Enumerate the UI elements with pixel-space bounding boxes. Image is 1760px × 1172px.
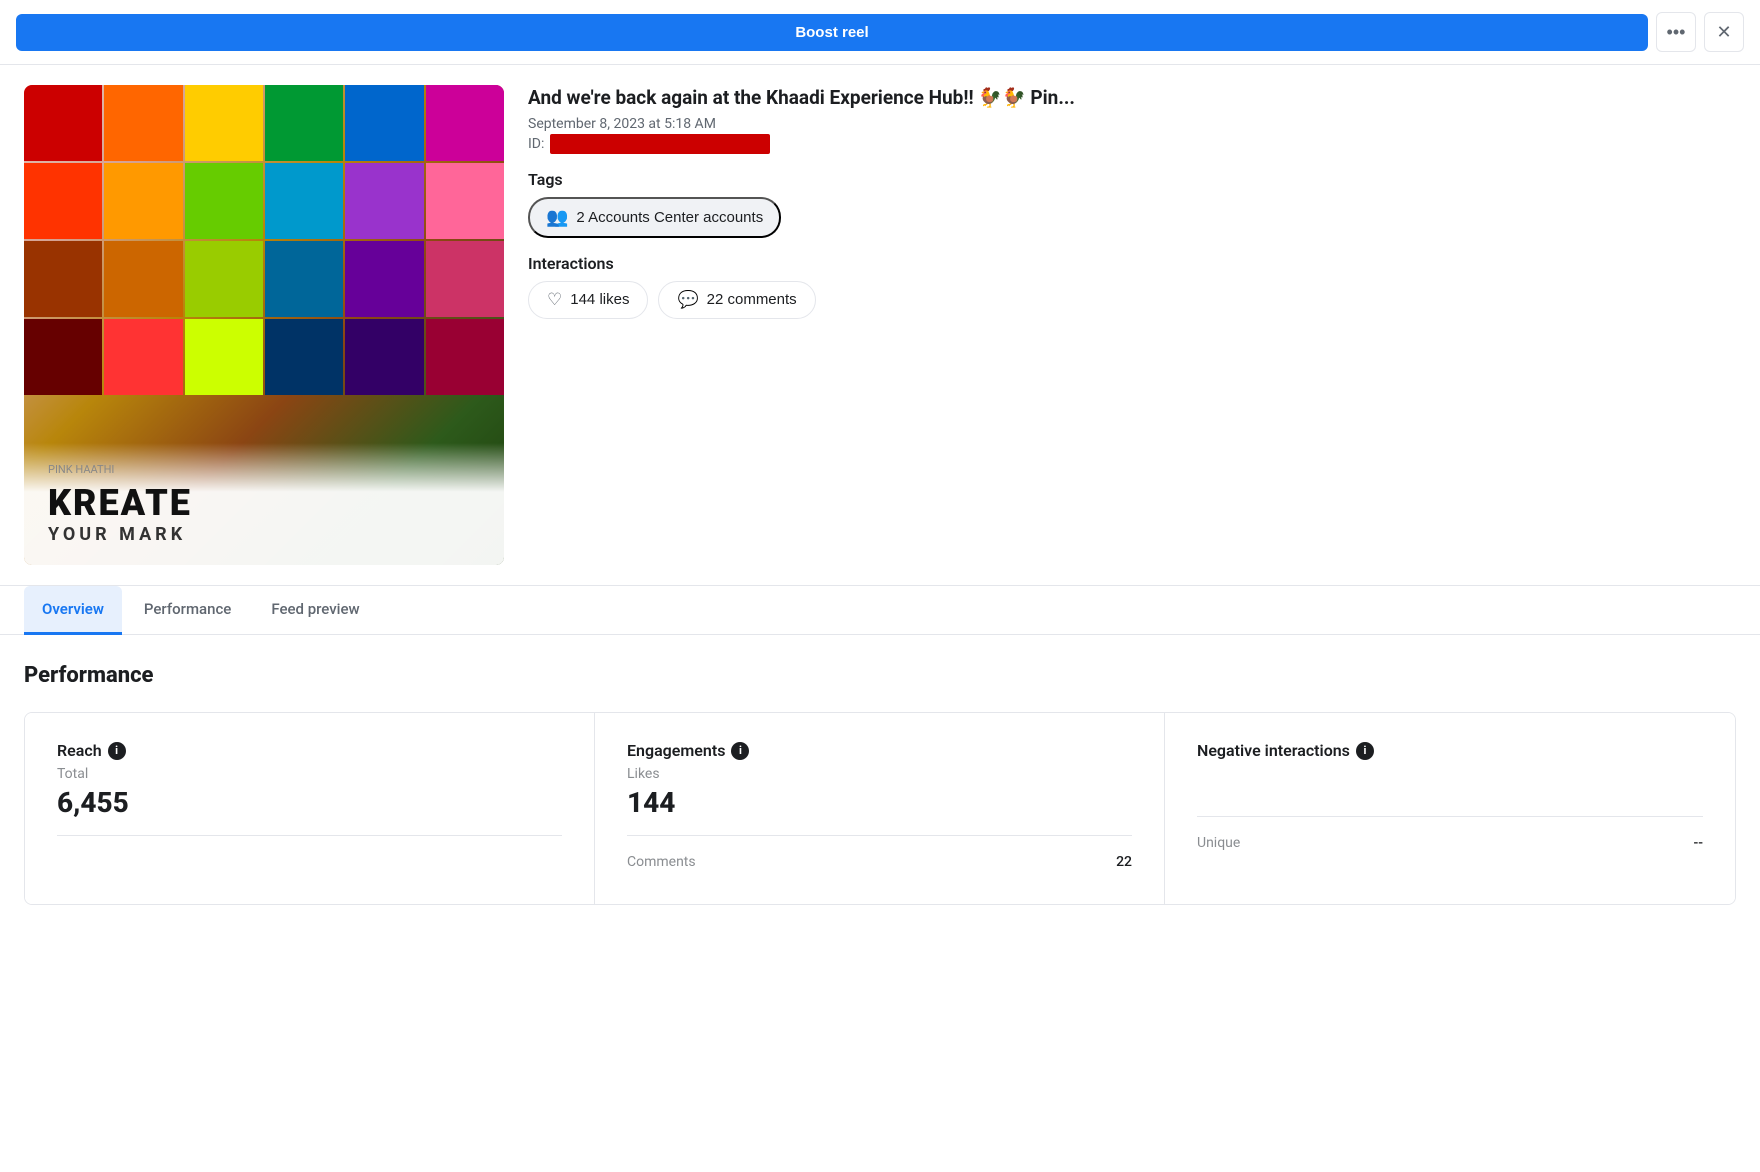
negative-divider bbox=[1197, 816, 1703, 817]
more-options-button[interactable]: ••• bbox=[1656, 12, 1696, 52]
fabric-block bbox=[426, 319, 504, 395]
negative-header: Negative interactions i bbox=[1197, 741, 1703, 760]
negative-interactions-card: Negative interactions i Unique -- bbox=[1165, 713, 1735, 904]
fabric-block bbox=[185, 85, 263, 161]
negative-info-icon[interactable]: i bbox=[1356, 742, 1374, 760]
comments-count: 22 comments bbox=[707, 291, 797, 308]
heart-icon: ♡ bbox=[547, 290, 562, 310]
tags-section: Tags 👥 2 Accounts Center accounts bbox=[528, 170, 1736, 238]
unique-metric-row: Unique -- bbox=[1197, 829, 1703, 857]
fabric-block bbox=[185, 319, 263, 395]
fabric-block bbox=[265, 163, 343, 239]
engagements-value: 144 bbox=[627, 786, 1132, 819]
reach-label: Reach bbox=[57, 741, 102, 760]
fabric-block bbox=[24, 319, 102, 395]
reach-card: Reach i Total 6,455 bbox=[25, 713, 595, 904]
comment-icon: 💬 bbox=[677, 290, 698, 310]
fabric-block bbox=[185, 163, 263, 239]
reach-value: 6,455 bbox=[57, 786, 562, 819]
fabric-block bbox=[426, 163, 504, 239]
tab-performance[interactable]: Performance bbox=[126, 586, 249, 635]
reach-header: Reach i bbox=[57, 741, 562, 760]
engagements-label: Engagements bbox=[627, 741, 725, 760]
post-title: And we're back again at the Khaadi Exper… bbox=[528, 85, 1736, 112]
kreate-sub-text: YOUR MARK bbox=[48, 524, 480, 545]
negative-label: Negative interactions bbox=[1197, 741, 1350, 760]
engagements-sub-label: Likes bbox=[627, 766, 1132, 782]
accounts-icon: 👥 bbox=[546, 207, 568, 228]
engagements-divider bbox=[627, 835, 1132, 836]
fabric-art bbox=[24, 85, 504, 397]
fabric-block bbox=[104, 241, 182, 317]
close-icon: ✕ bbox=[1716, 22, 1731, 43]
fabric-block bbox=[426, 85, 504, 161]
close-button[interactable]: ✕ bbox=[1704, 12, 1744, 52]
fabric-block bbox=[185, 241, 263, 317]
fabric-block bbox=[265, 319, 343, 395]
kreate-logo-text: KREATE bbox=[48, 484, 480, 524]
fabric-block bbox=[24, 241, 102, 317]
comments-metric-row: Comments 22 bbox=[627, 848, 1132, 876]
post-id-redacted bbox=[550, 134, 770, 154]
fabric-block bbox=[345, 163, 423, 239]
post-info: And we're back again at the Khaadi Exper… bbox=[528, 85, 1736, 565]
more-icon: ••• bbox=[1667, 22, 1686, 43]
modal-container: Boost reel ••• ✕ PINK HAATHI KREATE YOUR… bbox=[0, 0, 1760, 1172]
post-header: And we're back again at the Khaadi Exper… bbox=[528, 85, 1736, 154]
reach-sub-label: Total bbox=[57, 766, 562, 782]
fabric-block bbox=[345, 85, 423, 161]
tab-overview[interactable]: Overview bbox=[24, 586, 122, 635]
unique-row-label: Unique bbox=[1197, 835, 1240, 851]
fabric-block bbox=[24, 163, 102, 239]
tab-feed-preview[interactable]: Feed preview bbox=[253, 586, 377, 635]
fabric-block bbox=[265, 241, 343, 317]
post-date: September 8, 2023 at 5:18 AM bbox=[528, 116, 1736, 132]
post-thumbnail: PINK HAATHI KREATE YOUR MARK bbox=[24, 85, 504, 565]
likes-count: 144 likes bbox=[570, 291, 629, 308]
interactions-section: Interactions ♡ 144 likes 💬 22 comments bbox=[528, 254, 1736, 319]
reach-info-icon[interactable]: i bbox=[108, 742, 126, 760]
post-id-label: ID: bbox=[528, 136, 544, 152]
reach-divider bbox=[57, 835, 562, 836]
fabric-block bbox=[345, 241, 423, 317]
fabric-block bbox=[104, 85, 182, 161]
comments-row-value: 22 bbox=[1116, 854, 1132, 870]
fabric-block bbox=[104, 319, 182, 395]
content-area: PINK HAATHI KREATE YOUR MARK And we're b… bbox=[0, 65, 1760, 586]
engagements-header: Engagements i bbox=[627, 741, 1132, 760]
comments-row-label: Comments bbox=[627, 854, 696, 870]
accounts-tag-label: 2 Accounts Center accounts bbox=[576, 209, 763, 226]
fabric-block bbox=[265, 85, 343, 161]
likes-button[interactable]: ♡ 144 likes bbox=[528, 281, 648, 319]
interactions-section-label: Interactions bbox=[528, 254, 1736, 273]
boost-bar: Boost reel ••• ✕ bbox=[0, 0, 1760, 65]
unique-row-value: -- bbox=[1693, 835, 1703, 851]
fabric-block bbox=[104, 163, 182, 239]
post-id-row: ID: bbox=[528, 134, 1736, 154]
pink-haathi-text: PINK HAATHI bbox=[48, 463, 480, 476]
fabric-block bbox=[345, 319, 423, 395]
fabric-block bbox=[426, 241, 504, 317]
engagements-info-icon[interactable]: i bbox=[731, 742, 749, 760]
accounts-tag-badge[interactable]: 👥 2 Accounts Center accounts bbox=[528, 197, 781, 238]
boost-reel-button[interactable]: Boost reel bbox=[16, 14, 1648, 51]
fabric-block bbox=[24, 85, 102, 161]
tags-section-label: Tags bbox=[528, 170, 1736, 189]
performance-section-title: Performance bbox=[24, 663, 1736, 688]
metrics-grid: Reach i Total 6,455 Engagements i Likes … bbox=[24, 712, 1736, 905]
engagements-card: Engagements i Likes 144 Comments 22 bbox=[595, 713, 1165, 904]
tabs-bar: Overview Performance Feed preview bbox=[0, 586, 1760, 635]
interactions-row: ♡ 144 likes 💬 22 comments bbox=[528, 281, 1736, 319]
comments-button[interactable]: 💬 22 comments bbox=[658, 281, 815, 319]
kreate-overlay: PINK HAATHI KREATE YOUR MARK bbox=[24, 443, 504, 565]
performance-section: Performance Reach i Total 6,455 Engageme… bbox=[0, 635, 1760, 933]
